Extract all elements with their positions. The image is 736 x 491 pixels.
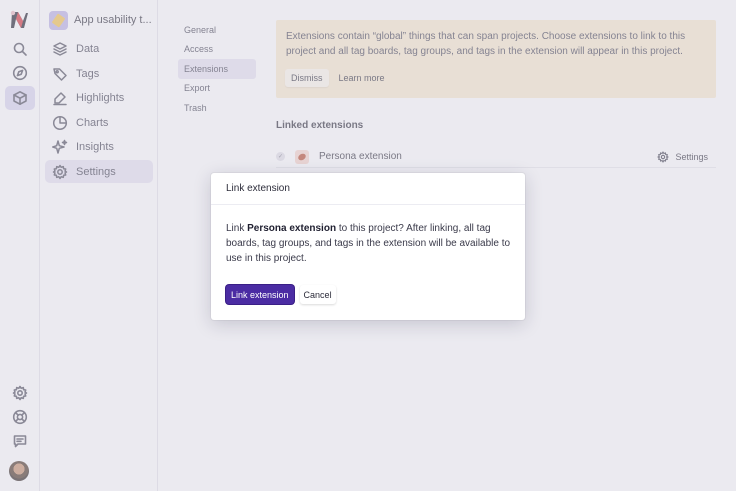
- cancel-button[interactable]: Cancel: [299, 285, 336, 304]
- dialog-body: Link Persona extension to this project? …: [226, 221, 516, 266]
- dialog-body-prefix: Link: [226, 223, 248, 234]
- link-extension-dialog: Link extension Link Persona extension to…: [211, 173, 525, 320]
- link-extension-button[interactable]: Link extension: [226, 285, 294, 304]
- dialog-body-extension-name: Persona extension: [247, 223, 337, 234]
- dialog-title: Link extension: [211, 173, 525, 205]
